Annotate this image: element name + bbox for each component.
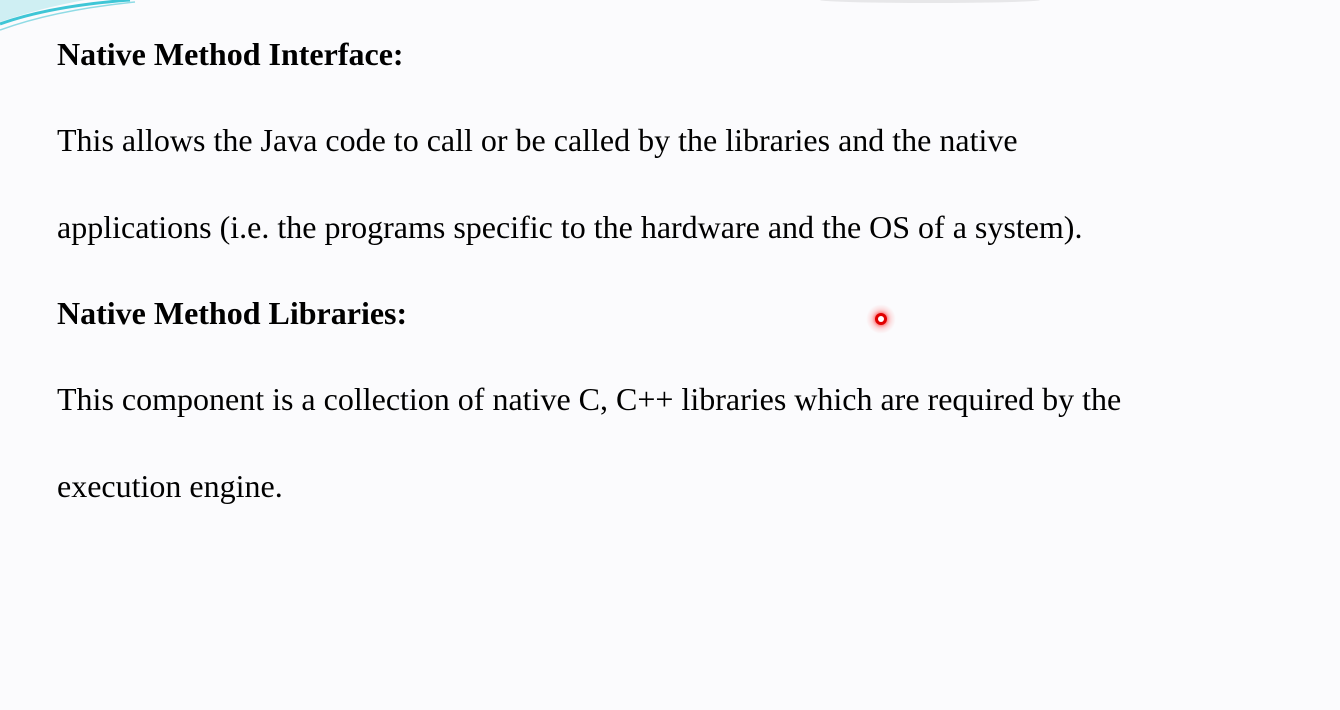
top-shadow xyxy=(820,0,1040,3)
paragraph-libraries-line-1: This component is a collection of native… xyxy=(57,381,1122,417)
paragraph-interface-line-1: This allows the Java code to call or be … xyxy=(57,122,1018,158)
laser-pointer-dot xyxy=(875,313,887,325)
heading-native-method-interface: Native Method Interface: xyxy=(57,36,404,72)
presentation-slide: Native Method Interface: This allows the… xyxy=(0,0,1340,710)
heading-native-method-libraries: Native Method Libraries: xyxy=(57,295,408,331)
paragraph-libraries-line-2: execution engine. xyxy=(57,468,283,504)
laser-pointer-icon xyxy=(866,304,896,334)
paragraph-interface-line-2: applications (i.e. the programs specific… xyxy=(57,209,1083,245)
